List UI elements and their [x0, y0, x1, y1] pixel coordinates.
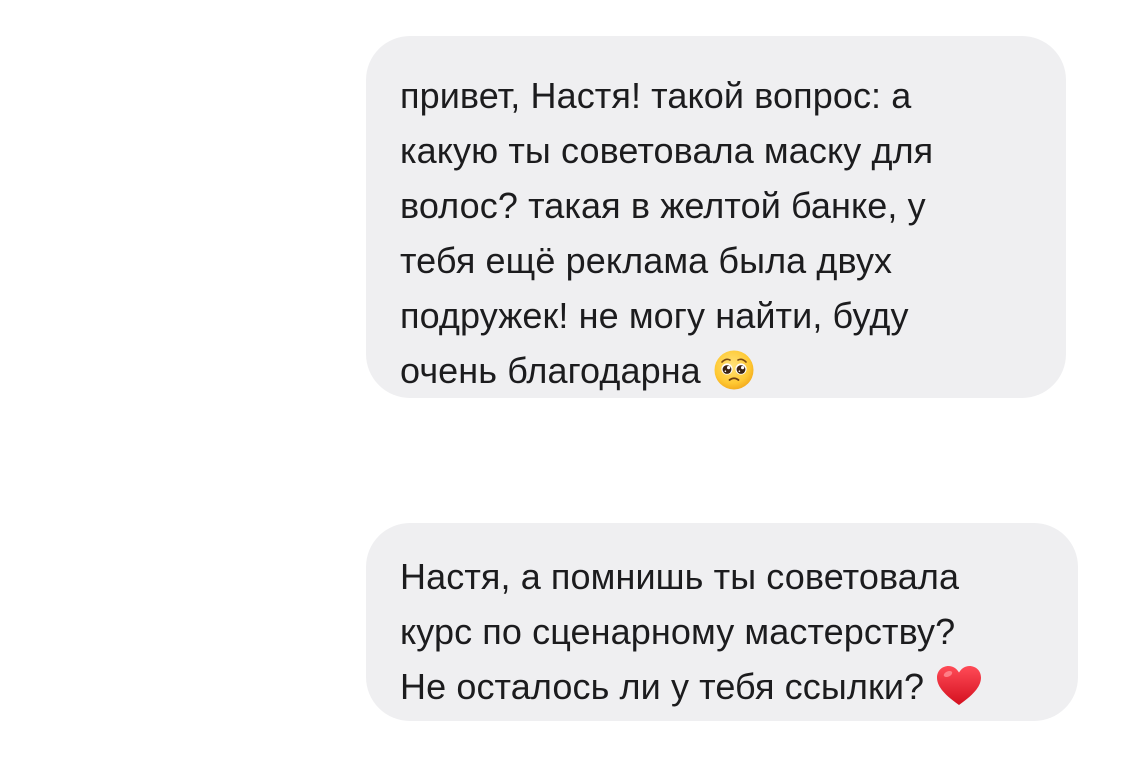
- message-line: Не осталось ли у тебя ссылки?: [400, 659, 1058, 714]
- message-line: курс по сценарному мастерству?: [400, 611, 956, 652]
- message-line: волос? такая в желтой банке, у: [400, 185, 926, 226]
- pleading-face-icon: [713, 349, 755, 391]
- message-line: привет, Настя! такой вопрос: а: [400, 75, 912, 116]
- message-line: тебя ещё реклама была двух: [400, 240, 893, 281]
- message-line-text: очень благодарна: [400, 350, 701, 391]
- message-line: Настя, а помнишь ты советовала: [400, 556, 960, 597]
- red-heart-icon: [936, 665, 982, 707]
- message-line: подружек! не могу найти, буду: [400, 295, 909, 336]
- message-line: какую ты советовала маску для: [400, 130, 934, 171]
- message-line-text: Не осталось ли у тебя ссылки?: [400, 666, 925, 707]
- message-line: очень благодарна: [400, 343, 1046, 398]
- message-bubble[interactable]: привет, Настя! такой вопрос: а какую ты …: [366, 36, 1066, 398]
- message-bubble[interactable]: Настя, а помнишь ты советовала курс по с…: [366, 523, 1078, 721]
- chat-thread: привет, Настя! такой вопрос: а какую ты …: [0, 0, 1134, 774]
